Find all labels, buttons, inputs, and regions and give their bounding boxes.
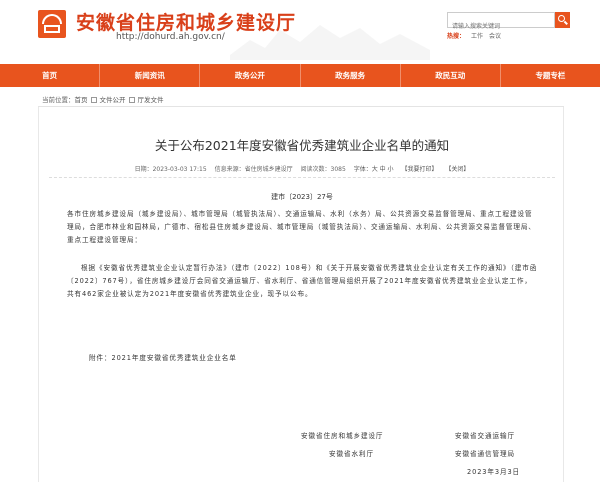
attachment-link[interactable]: 附件：2021年度安徽省优秀建筑业企业名单 — [89, 352, 237, 362]
nav-item-gov-info[interactable]: 政务公开 — [200, 64, 301, 87]
signature-issuer: 安徽省通信管理局 — [455, 450, 515, 458]
meta-views: 阅读次数：3085 — [300, 166, 346, 173]
search-button[interactable] — [555, 12, 570, 28]
nav-item-topics[interactable]: 专题专栏 — [501, 64, 600, 87]
breadcrumb: 当前位置：首页 文件公开 厅发文件 — [42, 94, 164, 104]
font-size-control[interactable]: 字体：大 中 小 — [354, 166, 394, 173]
article-container: 关于公布2021年度安徽省优秀建筑业企业名单的通知 日期：2023-03-03 … — [38, 107, 564, 482]
signature-date: 2023年3月3日 — [467, 468, 521, 476]
nav-item-services[interactable]: 政务服务 — [301, 64, 401, 87]
main-nav: 首页 新闻资讯 政务公开 政务服务 政民互动 专题专栏 — [0, 64, 600, 87]
skyline-decoration — [230, 25, 430, 60]
site-url: http://dohurd.ah.gov.cn/ — [116, 32, 225, 42]
document-number: 建市〔2023〕27号 — [271, 193, 333, 201]
meta-source: 信息来源：省住房城乡建设厅 — [214, 166, 293, 173]
breadcrumb-separator-icon — [90, 97, 97, 103]
print-link[interactable]: 【我要打印】 — [401, 166, 437, 173]
hot-word-link[interactable]: 工作 — [471, 33, 483, 40]
nav-item-news[interactable]: 新闻资讯 — [100, 64, 201, 87]
signature-issuer: 安徽省住房和城乡建设厅 — [301, 432, 384, 440]
site-logo-icon[interactable] — [38, 10, 66, 38]
signature-issuer: 安徽省交通运输厅 — [455, 432, 515, 440]
hot-words: 热搜： 工作 会议 — [447, 31, 507, 40]
breadcrumb-file-public[interactable]: 文件公开 — [100, 96, 126, 104]
breadcrumb-prefix: 当前位置： — [42, 96, 75, 104]
hot-words-label: 热搜： — [447, 33, 466, 40]
hot-word-link[interactable]: 会议 — [489, 33, 501, 40]
breadcrumb-dept-docs[interactable]: 厅发文件 — [138, 96, 164, 104]
search-box — [447, 12, 555, 34]
signature-issuer: 安徽省水利厅 — [329, 450, 374, 458]
close-link[interactable]: 【关闭】 — [445, 166, 469, 173]
nav-item-interaction[interactable]: 政民互动 — [401, 64, 501, 87]
nav-item-home[interactable]: 首页 — [0, 64, 101, 87]
meta-date: 日期：2023-03-03 17:15 — [134, 166, 207, 173]
meta-divider — [49, 177, 555, 178]
breadcrumb-home[interactable]: 首页 — [75, 96, 88, 104]
site-header: 安徽省住房和城乡建设厅 http://dohurd.ah.gov.cn/ 热搜：… — [0, 0, 600, 64]
article-paragraph: 各市住房城乡建设局（城乡建设局）、城市管理局（城管执法局）、交通运输局、水利（水… — [67, 210, 536, 244]
article-title: 关于公布2021年度安徽省优秀建筑业企业名单的通知 — [154, 138, 450, 153]
breadcrumb-separator-icon — [128, 97, 135, 103]
article-meta: 日期：2023-03-03 17:15 信息来源：省住房城乡建设厅 阅读次数：3… — [39, 164, 565, 173]
article-paragraph: 根据《安徽省优秀建筑业企业认定暂行办法》（建市〔2022〕108号）和《关于开展… — [67, 264, 538, 298]
